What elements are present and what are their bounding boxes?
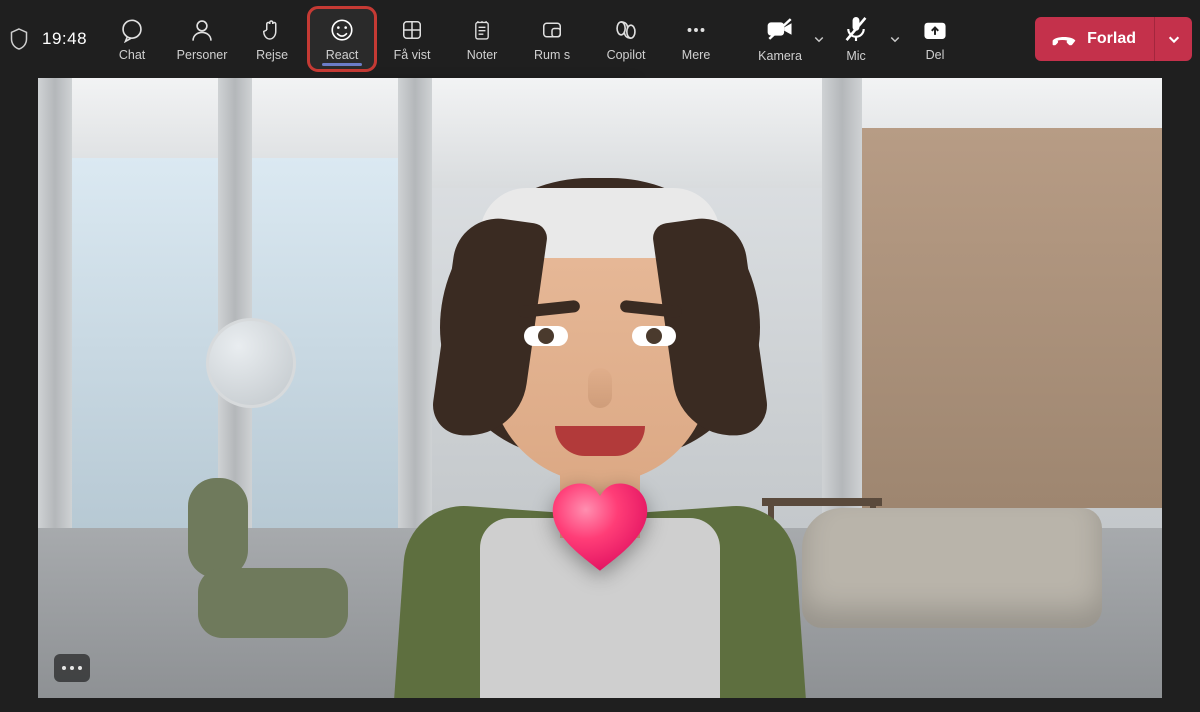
meeting-timer: 19:48 [42, 29, 87, 49]
rooms-label: Rum s [534, 49, 570, 62]
chat-icon [119, 17, 145, 43]
stage-more-button[interactable] [54, 654, 90, 682]
notes-button[interactable]: Noter [447, 6, 517, 72]
camera-toggle-button[interactable]: Kamera [753, 6, 807, 72]
leave-label: Forlad [1087, 30, 1136, 48]
view-grid-icon [399, 17, 425, 43]
toolbar-left: 19:48 [8, 26, 87, 52]
more-button[interactable]: Mere [661, 6, 731, 72]
people-label: Personer [177, 49, 228, 62]
rooms-icon [539, 17, 565, 43]
share-label: Del [926, 49, 945, 62]
hangup-icon [1051, 30, 1077, 48]
react-label: React [326, 49, 359, 62]
camera-options-chevron[interactable] [809, 6, 829, 72]
raise-hand-button[interactable]: Rejse [237, 6, 307, 72]
leave-options-button[interactable] [1154, 17, 1192, 61]
view-button[interactable]: Få vist [377, 6, 447, 72]
mic-label: Mic [846, 49, 865, 63]
mic-control: Mic [829, 6, 905, 72]
video-stage [38, 78, 1162, 698]
copilot-label: Copilot [607, 49, 646, 62]
leave-group: Forlad [1035, 17, 1192, 61]
raise-hand-icon [259, 17, 285, 43]
share-screen-icon [922, 17, 948, 43]
people-icon [189, 17, 215, 43]
people-button[interactable]: Personer [167, 6, 237, 72]
floating-heart-reaction [545, 478, 655, 578]
chat-button[interactable]: Chat [97, 6, 167, 72]
notes-label: Noter [467, 49, 498, 62]
camera-control: Kamera [753, 6, 829, 72]
share-button[interactable]: Del [905, 6, 965, 72]
view-label: Få vist [394, 49, 431, 62]
mic-off-icon [842, 15, 870, 43]
leave-button[interactable]: Forlad [1035, 17, 1154, 61]
mic-toggle-button[interactable]: Mic [829, 6, 883, 72]
more-label: Mere [682, 49, 710, 62]
camera-off-icon [766, 15, 794, 43]
chat-label: Chat [119, 49, 145, 62]
mic-options-chevron[interactable] [885, 6, 905, 72]
copilot-button[interactable]: Copilot [591, 6, 661, 72]
react-smile-icon [329, 17, 355, 43]
toolbar-right: Forlad [1035, 17, 1192, 61]
shield-icon[interactable] [8, 26, 30, 52]
raise-hand-label: Rejse [256, 49, 288, 62]
notes-icon [469, 17, 495, 43]
rooms-button[interactable]: Rum s [517, 6, 587, 72]
meeting-toolbar: 19:48 Chat Personer Rejse [0, 0, 1200, 78]
react-button[interactable]: React [307, 6, 377, 72]
participant-avatar [360, 138, 840, 698]
camera-label: Kamera [758, 49, 802, 63]
copilot-icon [613, 17, 639, 43]
more-ellipsis-icon [683, 17, 709, 43]
